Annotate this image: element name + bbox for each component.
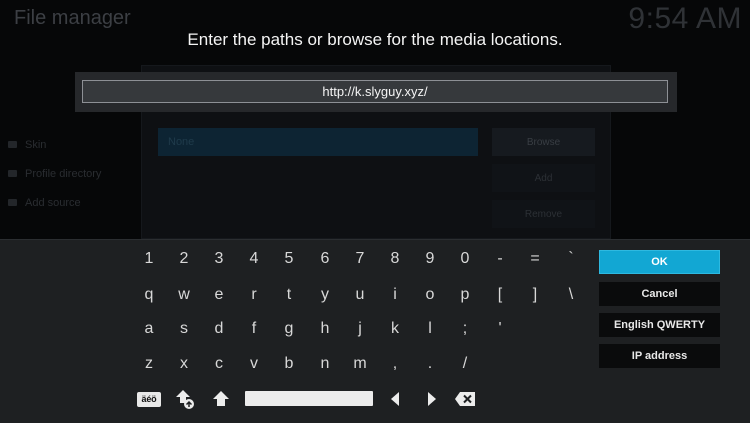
- keyboard-layout-button[interactable]: English QWERTY: [599, 313, 720, 337]
- key[interactable]: d: [204, 315, 234, 343]
- key[interactable]: 8: [380, 245, 410, 273]
- key[interactable]: f: [239, 315, 269, 343]
- key[interactable]: 7: [345, 245, 375, 273]
- keyboard-row-top: q w e r t y u i o p [ ] \: [0, 281, 590, 309]
- sidebar-item-label: Add source: [25, 196, 81, 209]
- key[interactable]: [: [485, 281, 515, 309]
- ok-button[interactable]: OK: [599, 250, 720, 274]
- key[interactable]: 3: [204, 245, 234, 273]
- key[interactable]: h: [310, 315, 340, 343]
- browse-button: Browse: [492, 128, 595, 156]
- key[interactable]: v: [239, 350, 269, 378]
- key[interactable]: k: [380, 315, 410, 343]
- space-key[interactable]: [245, 391, 373, 406]
- key[interactable]: =: [520, 245, 550, 273]
- key[interactable]: i: [380, 281, 410, 309]
- key[interactable]: e: [204, 281, 234, 309]
- folder-icon: [8, 199, 17, 206]
- key[interactable]: a: [134, 315, 164, 343]
- key[interactable]: m: [345, 350, 375, 378]
- key[interactable]: c: [204, 350, 234, 378]
- path-bar: http://k.slyguy.xyz/: [75, 72, 677, 112]
- key[interactable]: t: [274, 281, 304, 309]
- keyboard-panel: 1 2 3 4 5 6 7 8 9 0 - = ` q w e r t y u …: [0, 239, 750, 423]
- key[interactable]: x: [169, 350, 199, 378]
- key[interactable]: w: [169, 281, 199, 309]
- key[interactable]: .: [415, 350, 445, 378]
- key[interactable]: 4: [239, 245, 269, 273]
- key[interactable]: u: [345, 281, 375, 309]
- key[interactable]: 9: [415, 245, 445, 273]
- key[interactable]: -: [485, 245, 515, 273]
- key[interactable]: b: [274, 350, 304, 378]
- key[interactable]: z: [134, 350, 164, 378]
- backspace-icon[interactable]: [453, 387, 477, 411]
- source-list-item: [158, 128, 478, 156]
- cancel-button[interactable]: Cancel: [599, 282, 720, 306]
- folder-icon: [8, 170, 17, 177]
- key[interactable]: o: [415, 281, 445, 309]
- keyboard-row-bottom: z x c v b n m , . /: [0, 350, 590, 378]
- key[interactable]: g: [274, 315, 304, 343]
- key[interactable]: n: [310, 350, 340, 378]
- accent-key-label: äéö: [137, 391, 161, 407]
- key[interactable]: `: [556, 245, 586, 273]
- arrow-right-icon[interactable]: [422, 387, 442, 411]
- key[interactable]: p: [450, 281, 480, 309]
- dialog-heading: Enter the paths or browse for the media …: [187, 30, 563, 49]
- accent-key[interactable]: äéö: [137, 387, 161, 411]
- folder-icon: [8, 141, 17, 148]
- ip-address-button[interactable]: IP address: [599, 344, 720, 368]
- sidebar-item-profile: Profile directory: [8, 159, 101, 188]
- key[interactable]: 5: [274, 245, 304, 273]
- sidebar-item-skin: Skin: [8, 130, 101, 159]
- key[interactable]: ,: [380, 350, 410, 378]
- sidebar-item-label: Profile directory: [25, 167, 102, 180]
- key[interactable]: \: [556, 281, 586, 309]
- key[interactable]: /: [450, 350, 480, 378]
- arrow-left-icon[interactable]: [385, 387, 405, 411]
- keyboard-row-numbers: 1 2 3 4 5 6 7 8 9 0 - = `: [0, 245, 590, 273]
- key[interactable]: 0: [450, 245, 480, 273]
- key[interactable]: l: [415, 315, 445, 343]
- add-button: Add: [492, 164, 595, 192]
- shift-icon[interactable]: [209, 387, 233, 411]
- capslock-icon[interactable]: [173, 387, 197, 411]
- key[interactable]: j: [345, 315, 375, 343]
- source-list-label: None: [168, 136, 195, 148]
- key[interactable]: y: [310, 281, 340, 309]
- sidebar: Skin Profile directory Add source: [8, 130, 101, 217]
- key[interactable]: ]: [520, 281, 550, 309]
- window-title: File manager: [14, 7, 131, 29]
- path-input[interactable]: http://k.slyguy.xyz/: [82, 80, 668, 103]
- keyboard-row-home: a s d f g h j k l ; ': [0, 315, 590, 343]
- key[interactable]: ;: [450, 315, 480, 343]
- key[interactable]: q: [134, 281, 164, 309]
- key[interactable]: ': [485, 315, 515, 343]
- key[interactable]: 1: [134, 245, 164, 273]
- key[interactable]: r: [239, 281, 269, 309]
- remove-button: Remove: [492, 200, 595, 228]
- sidebar-item-add-source: Add source: [8, 188, 101, 217]
- key[interactable]: 2: [169, 245, 199, 273]
- source-dialog-buttons: Browse Add Remove: [492, 128, 595, 236]
- key[interactable]: 6: [310, 245, 340, 273]
- sidebar-item-label: Skin: [25, 138, 47, 151]
- key[interactable]: s: [169, 315, 199, 343]
